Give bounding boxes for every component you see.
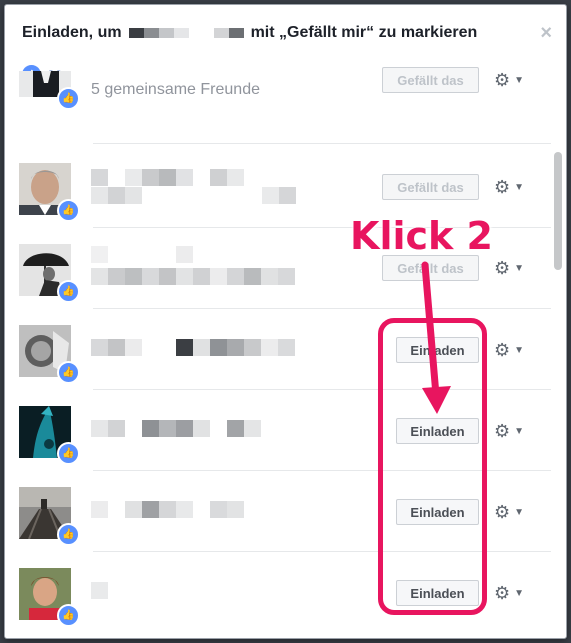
annotation-label: Klick 2 — [350, 214, 493, 258]
gear-icon[interactable]: ⚙ ▼ — [494, 70, 526, 90]
liked-button[interactable]: Gefällt das — [382, 174, 479, 200]
gear-icon[interactable]: ⚙ ▼ — [494, 583, 526, 603]
redacted-name — [91, 246, 193, 263]
title-suffix: mit „Gefällt mir“ zu markieren — [250, 24, 478, 41]
annotation-highlight-box — [378, 318, 487, 615]
gear-icon[interactable]: ⚙ ▼ — [494, 421, 526, 441]
thumbs-up-icon: 👍 — [57, 199, 80, 222]
redacted-name — [91, 501, 244, 518]
title-prefix: Einladen, um — [22, 24, 122, 41]
liked-button[interactable]: Gefällt das — [382, 255, 479, 281]
redacted-name — [91, 420, 261, 437]
redacted-name — [91, 339, 295, 356]
close-icon[interactable]: × — [540, 23, 552, 43]
redacted-subtext — [91, 187, 296, 204]
gear-icon[interactable]: ⚙ ▼ — [494, 258, 526, 278]
redacted-page-name — [128, 28, 244, 38]
redacted-subtext — [91, 268, 295, 285]
gear-icon[interactable]: ⚙ ▼ — [494, 502, 526, 522]
liked-button[interactable]: Gefällt das — [382, 67, 479, 93]
thumbs-up-icon: 👍 — [57, 523, 80, 546]
redacted-name — [91, 169, 244, 186]
mutual-friends-text: 5 gemeinsame Freunde — [91, 81, 260, 98]
thumbs-up-icon: 👍 — [57, 361, 80, 384]
dialog-title: Einladen, um mit „Gefällt mir“ zu markie… — [22, 24, 477, 42]
dialog-header: Einladen, um mit „Gefällt mir“ zu markie… — [5, 5, 566, 57]
scrollbar[interactable] — [554, 152, 562, 270]
thumbs-up-icon: 👍 — [57, 280, 80, 303]
gear-icon[interactable]: ⚙ ▼ — [494, 177, 526, 197]
thumbs-up-icon: 👍 — [57, 442, 80, 465]
thumbs-up-icon: 👍 — [57, 87, 80, 110]
gear-icon[interactable]: ⚙ ▼ — [494, 340, 526, 360]
list-item: 👍 5 gemeinsame Freunde Gefällt das ⚙ ▼ — [5, 67, 566, 144]
redacted-name — [91, 582, 108, 599]
thumbs-up-icon: 👍 — [57, 604, 80, 627]
